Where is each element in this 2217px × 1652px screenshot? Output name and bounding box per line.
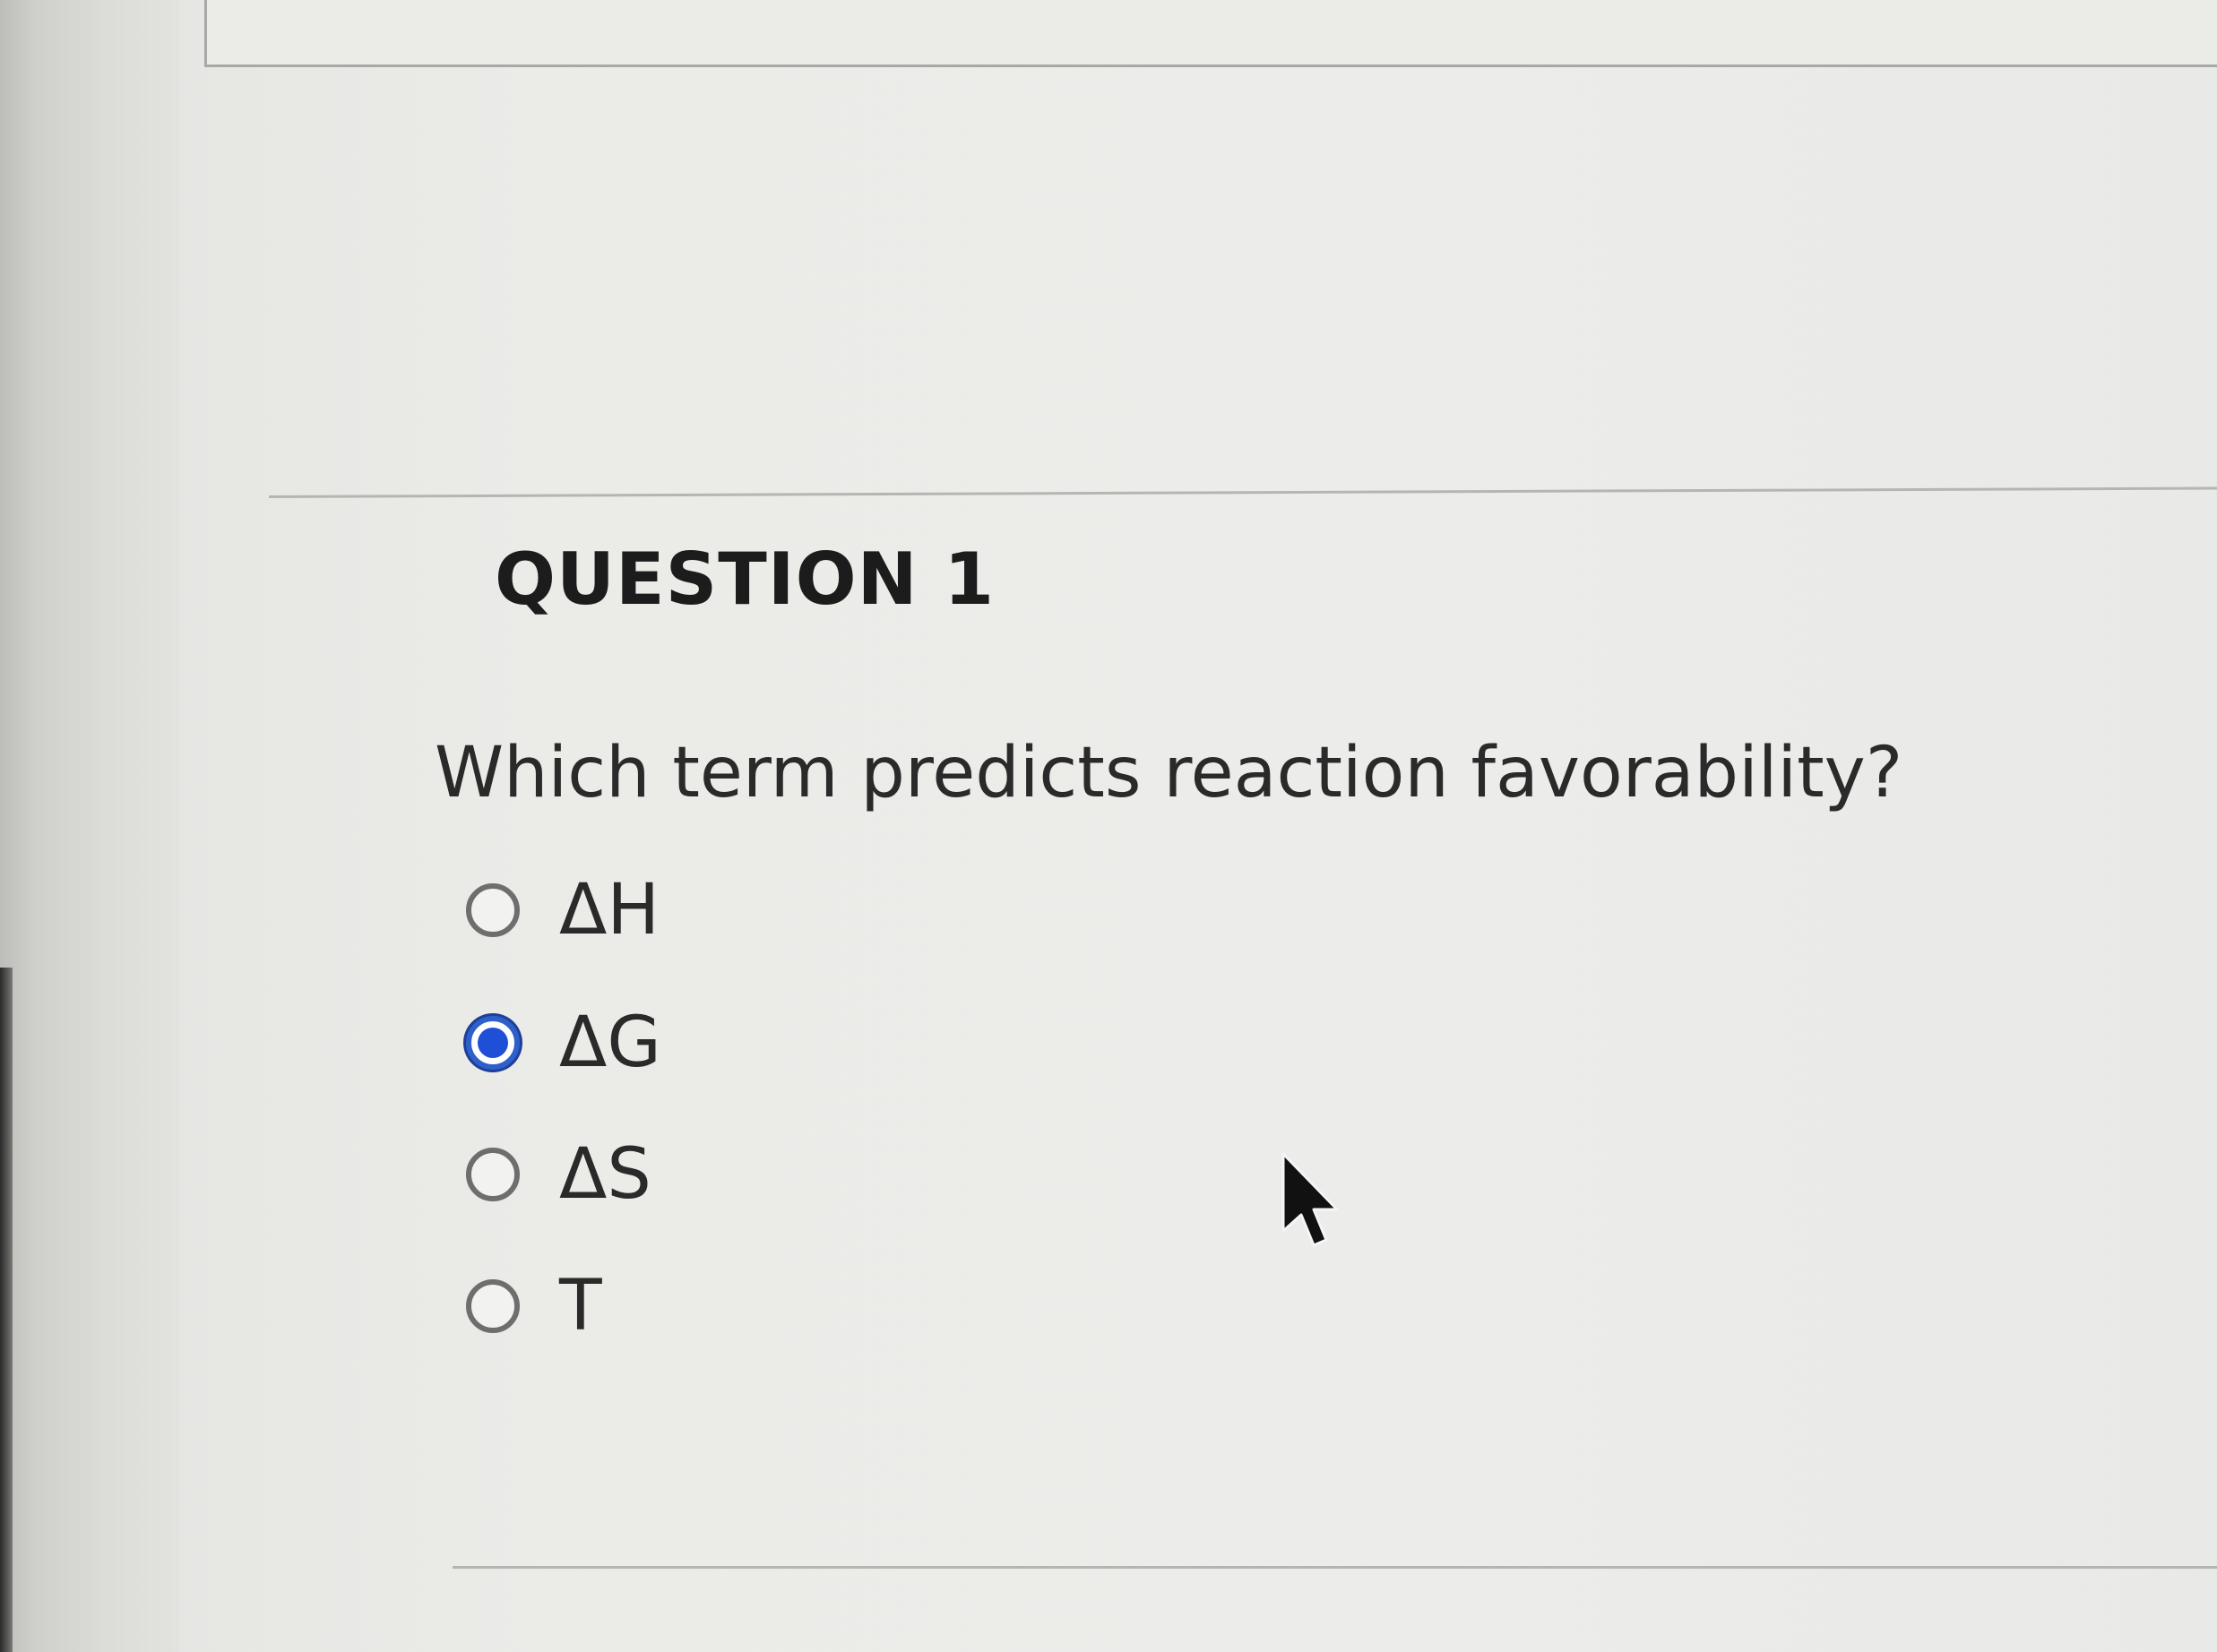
question-divider-bottom xyxy=(453,1566,2217,1569)
option-label[interactable]: ΔG xyxy=(559,1002,661,1083)
answer-option-t[interactable]: T xyxy=(466,1263,602,1349)
mouse-pointer-icon xyxy=(1281,1152,1339,1247)
option-label[interactable]: ΔH xyxy=(559,870,660,951)
window-left-frame xyxy=(0,0,179,1652)
radio-button[interactable] xyxy=(466,883,520,937)
previous-content-box xyxy=(204,0,2217,67)
answer-option-delta-g[interactable]: ΔG xyxy=(466,1000,661,1086)
question-title: QUESTION 1 xyxy=(495,538,996,621)
answer-option-delta-s[interactable]: ΔS xyxy=(466,1131,651,1217)
question-prompt: Which term predicts reaction favorabilit… xyxy=(435,733,1903,813)
radio-button[interactable] xyxy=(466,1279,520,1333)
radio-button[interactable] xyxy=(466,1148,520,1201)
option-label[interactable]: T xyxy=(559,1266,602,1347)
answer-option-delta-h[interactable]: ΔH xyxy=(466,867,660,953)
option-label[interactable]: ΔS xyxy=(559,1134,651,1215)
radio-button-selected[interactable] xyxy=(466,1016,520,1070)
question-divider-top xyxy=(268,486,2217,498)
monitor-bezel-edge xyxy=(0,968,13,1652)
